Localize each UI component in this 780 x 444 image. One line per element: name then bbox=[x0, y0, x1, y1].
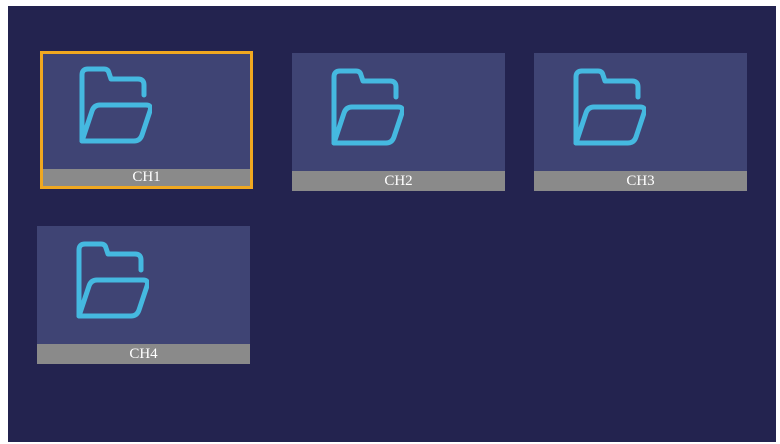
channel-label: CH1 bbox=[43, 169, 250, 186]
channel-tile-ch3[interactable]: CH3 bbox=[534, 53, 747, 191]
folder-icon bbox=[79, 66, 152, 144]
channel-tile-ch2[interactable]: CH2 bbox=[292, 53, 505, 191]
folder-icon bbox=[331, 68, 404, 146]
channel-label: CH4 bbox=[37, 344, 250, 364]
channel-tile-ch4[interactable]: CH4 bbox=[37, 226, 250, 364]
folder-icon bbox=[76, 241, 149, 319]
channel-label: CH3 bbox=[534, 171, 747, 191]
channel-tile-ch1[interactable]: CH1 bbox=[40, 51, 253, 189]
channel-grid-screen: CH1 CH2 CH3 CH4 bbox=[8, 6, 776, 442]
channel-label: CH2 bbox=[292, 171, 505, 191]
folder-icon bbox=[573, 68, 646, 146]
